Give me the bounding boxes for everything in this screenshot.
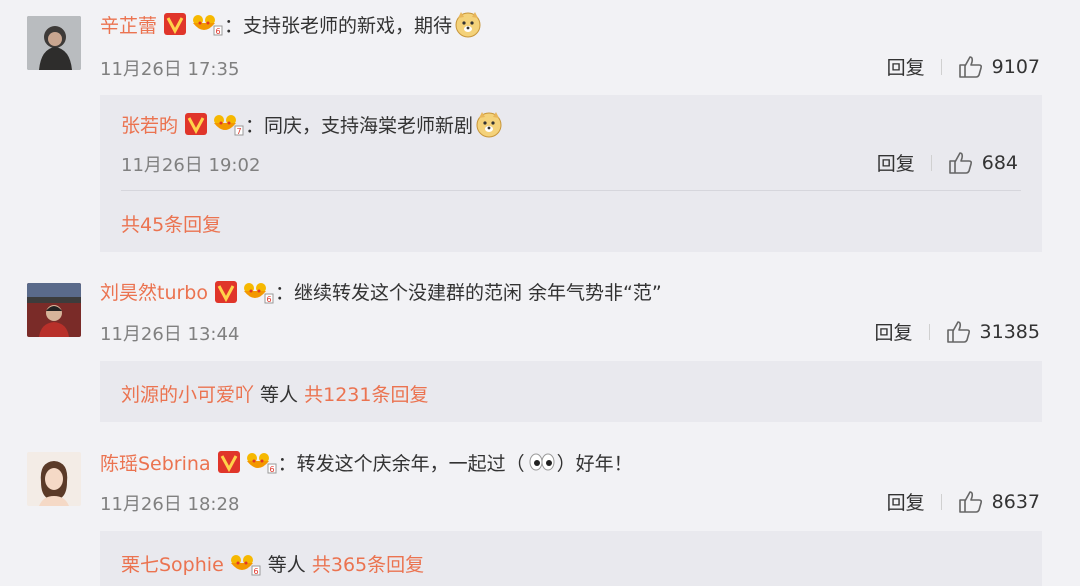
timestamp: 11月26日 13:44	[100, 324, 240, 345]
username[interactable]: 辛芷蕾	[100, 11, 157, 38]
comment-text: ：同庆，支持海棠老师新剧	[245, 114, 474, 137]
username[interactable]: 陈瑶Sebrina	[100, 449, 211, 476]
comment-text-end: ）好年！	[556, 452, 633, 475]
username[interactable]: 张若昀	[121, 111, 178, 138]
doge-emoji	[454, 10, 482, 38]
more-replies-link[interactable]: 共45条回复	[121, 210, 221, 237]
divider	[121, 190, 1021, 191]
svg-text:6: 6	[253, 567, 258, 576]
timestamp: 11月26日 19:02	[121, 155, 261, 176]
avatar[interactable]	[27, 283, 81, 337]
divider	[940, 58, 942, 75]
comment-header: 刘昊然turbo 6 ：继续转发这个没建群的范闲 余年气势非“范”	[100, 278, 662, 305]
reply-header: 张若昀 7 ：同庆，支持海棠老师新剧	[121, 110, 503, 138]
reply-actions: 回复 684	[877, 149, 1018, 176]
svg-text:6: 6	[267, 295, 272, 304]
username[interactable]: 刘昊然turbo	[100, 278, 208, 305]
eyes-emoji	[527, 448, 557, 476]
avatar[interactable]	[27, 16, 81, 70]
verified-v-icon	[164, 13, 187, 35]
vip-crown-icon: 7	[211, 111, 245, 137]
verified-v-icon	[215, 280, 237, 303]
reply-username[interactable]: 栗七Sophie	[121, 550, 224, 577]
reply-count[interactable]: 共365条回复	[312, 550, 424, 577]
divider	[928, 323, 930, 340]
avatar[interactable]	[27, 452, 81, 506]
more-mid-text: 等人	[254, 384, 305, 406]
like-count: 31385	[979, 320, 1040, 343]
more-replies-link[interactable]: 栗七Sophie 6 等人 共365条回复	[121, 550, 424, 577]
svg-text:6: 6	[269, 465, 274, 474]
comment-header: 陈瑶Sebrina 6 ：转发这个庆余年，一起过（ ）好年！	[100, 448, 633, 476]
like-count: 684	[981, 151, 1018, 174]
thumbs-up-icon[interactable]	[948, 151, 974, 175]
comment-text: ：继续转发这个没建群的范闲 余年气势非“范”	[275, 282, 662, 304]
vip-crown-icon: 6	[190, 11, 224, 37]
comment-actions: 回复 31385	[875, 318, 1040, 345]
doge-emoji	[475, 110, 503, 138]
timestamp: 11月26日 18:28	[100, 494, 240, 515]
svg-text:6: 6	[216, 27, 221, 36]
svg-text:7: 7	[237, 127, 242, 136]
vip-crown-icon: 6	[241, 279, 275, 305]
thumbs-up-icon[interactable]	[958, 55, 984, 79]
reply-username[interactable]: 刘源的小可爱吖	[121, 384, 254, 406]
thumbs-up-icon[interactable]	[958, 490, 984, 514]
thumbs-up-icon[interactable]	[946, 320, 972, 344]
divider	[930, 154, 932, 171]
verified-v-icon	[217, 451, 240, 473]
verified-v-icon	[185, 113, 208, 135]
like-count: 8637	[991, 490, 1040, 513]
like-count: 9107	[991, 55, 1040, 78]
reply-count[interactable]: 共1231条回复	[304, 384, 428, 406]
comment-text: ：支持张老师的新戏，期待	[224, 14, 453, 37]
comment-text: ：转发这个庆余年，一起过（	[277, 452, 525, 475]
reply-button[interactable]: 回复	[887, 488, 925, 515]
comment-header: 辛芷蕾 6 ：支持张老师的新戏，期待	[100, 10, 482, 38]
timestamp: 11月26日 17:35	[100, 59, 240, 80]
vip-crown-icon: 6	[228, 551, 262, 577]
comment-actions: 回复 8637	[887, 488, 1040, 515]
reply-button[interactable]: 回复	[875, 318, 913, 345]
more-replies-link[interactable]: 刘源的小可爱吖 等人 共1231条回复	[121, 380, 428, 407]
more-mid-text: 等人	[261, 554, 312, 576]
reply-button[interactable]: 回复	[877, 149, 915, 176]
reply-button[interactable]: 回复	[887, 53, 925, 80]
divider	[940, 493, 942, 510]
comment-actions: 回复 9107	[887, 53, 1040, 80]
vip-crown-icon: 6	[244, 449, 278, 475]
